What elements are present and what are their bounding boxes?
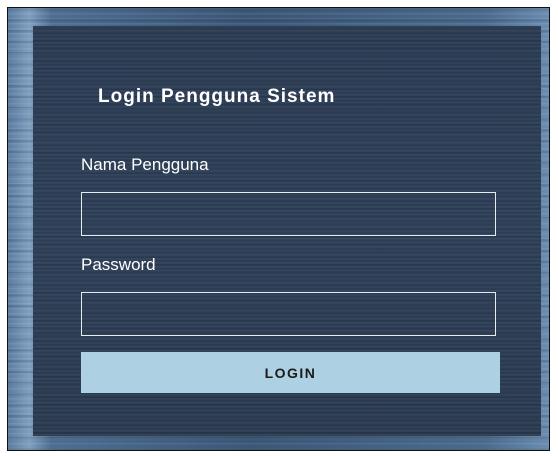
page-background: Login Pengguna Sistem Nama Pengguna Pass… [7, 7, 550, 451]
password-label: Password [81, 255, 156, 274]
password-input[interactable] [81, 292, 496, 336]
login-title: Login Pengguna Sistem [98, 86, 336, 107]
login-panel: Login Pengguna Sistem Nama Pengguna Pass… [33, 26, 541, 436]
username-input[interactable] [81, 192, 496, 236]
username-label: Nama Pengguna [81, 155, 209, 174]
login-button[interactable]: LOGIN [81, 352, 500, 393]
